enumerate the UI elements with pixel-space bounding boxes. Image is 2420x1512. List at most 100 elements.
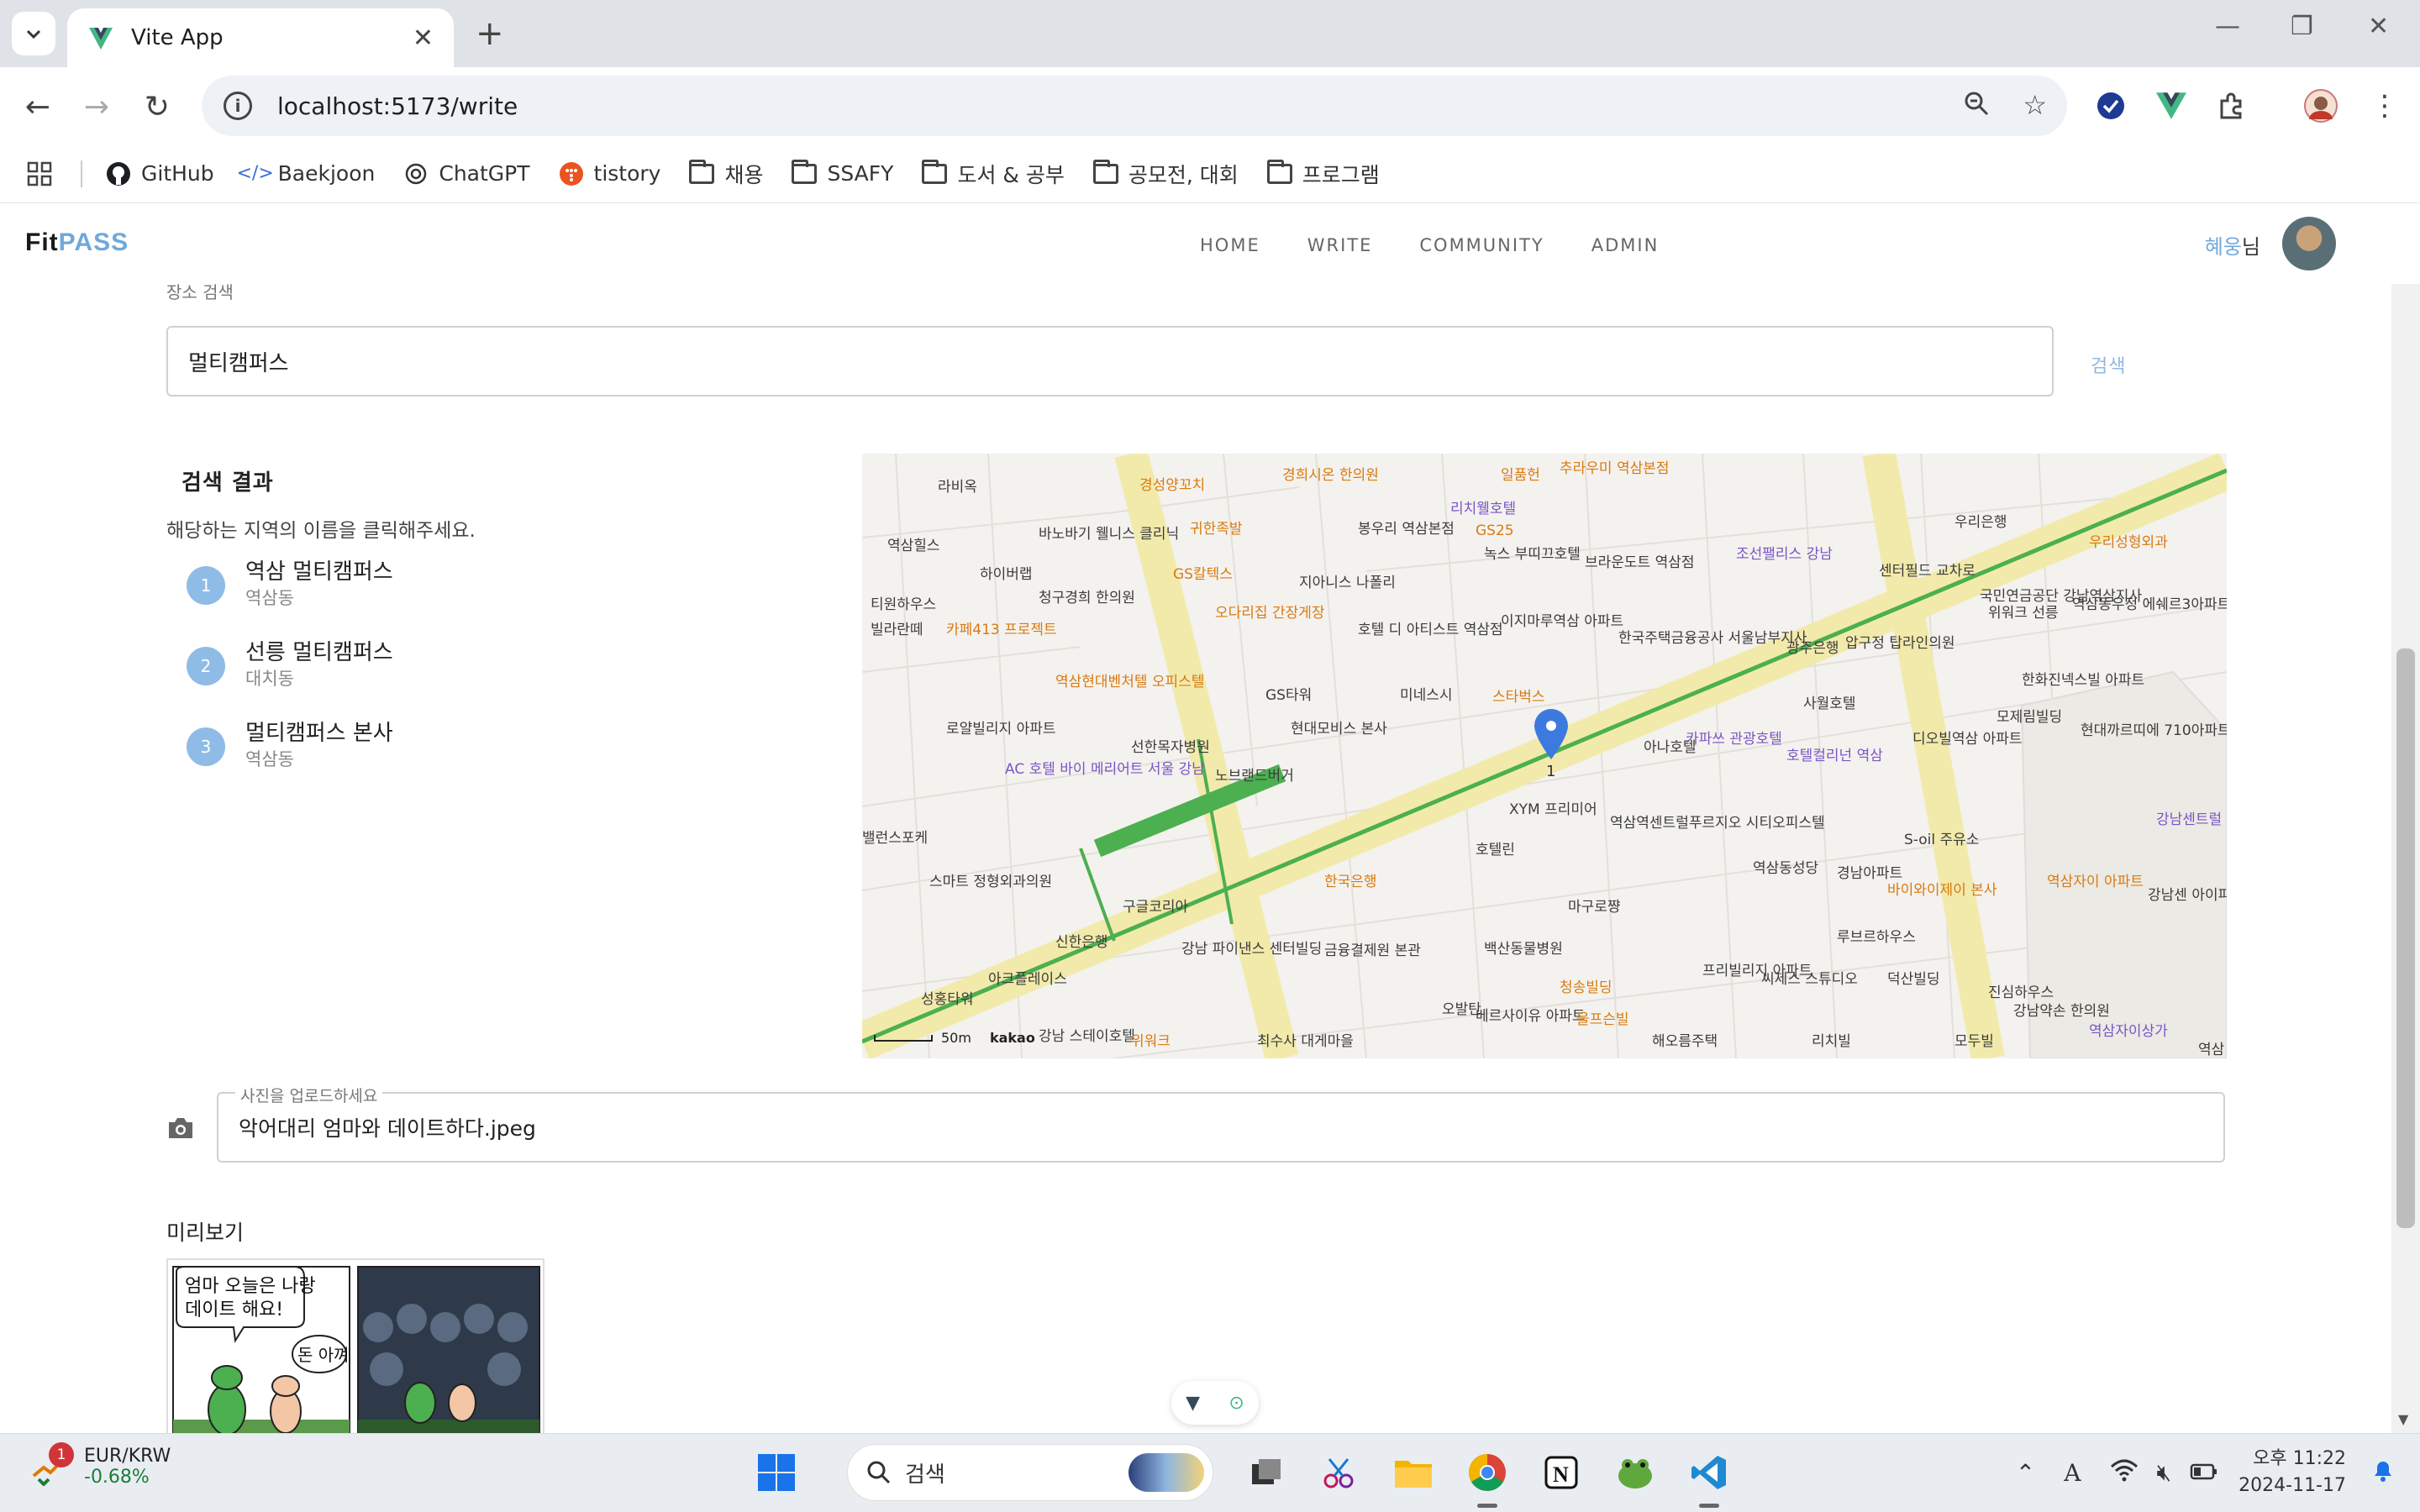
nav-admin[interactable]: ADMIN bbox=[1591, 235, 1660, 255]
bookmark-folder-contests[interactable]: 공모전, 대회 bbox=[1092, 159, 1239, 189]
snipping-tool-icon[interactable] bbox=[1316, 1449, 1363, 1496]
bookmark-github[interactable]: GitHub bbox=[106, 161, 214, 186]
map-poi-label[interactable]: 바이와이제이 본사 bbox=[1887, 882, 1997, 899]
map-poi-label[interactable]: 한국주택금융공사 서울남부지사 bbox=[1618, 630, 1807, 647]
map-poi-label[interactable]: 일품헌 bbox=[1501, 467, 1540, 484]
map-poi-label[interactable]: 현대모비스 본사 bbox=[1291, 721, 1387, 738]
bookmark-folder-jobs[interactable]: 채용 bbox=[689, 159, 763, 189]
bookmark-folder-books[interactable]: 도서 & 공부 bbox=[922, 159, 1065, 189]
user-greeting[interactable]: 혜웅님 bbox=[2205, 230, 2260, 260]
task-view-icon[interactable] bbox=[1242, 1449, 1289, 1496]
frog-app-icon[interactable] bbox=[1612, 1449, 1659, 1496]
map-poi-label[interactable]: 역삼자이 아파트 bbox=[2047, 874, 2144, 890]
camera-icon[interactable] bbox=[166, 1114, 195, 1142]
map-poi-label[interactable]: 역삼자이상가 bbox=[2089, 1023, 2168, 1040]
zoom-icon[interactable] bbox=[1962, 89, 1991, 124]
extensions-puzzle-icon[interactable] bbox=[2213, 87, 2250, 124]
minimize-icon[interactable]: — bbox=[2215, 12, 2240, 41]
wifi-icon[interactable] bbox=[2110, 1458, 2139, 1488]
map-poi-label[interactable]: 오다리집 간장게장 bbox=[1215, 605, 1325, 622]
result-item[interactable]: 2 선릉 멀티캠퍼스 대치동 bbox=[187, 635, 691, 694]
map-poi-label[interactable]: 신한은행 bbox=[1055, 934, 1108, 951]
map-poi-label[interactable]: 미네스시 bbox=[1400, 687, 1453, 704]
map-poi-label[interactable]: XYM 프리미어 bbox=[1509, 801, 1597, 818]
map-poi-label[interactable]: GS25 bbox=[1476, 522, 1514, 539]
map-poi-label[interactable]: 강남 스테이호텔 bbox=[1039, 1028, 1135, 1045]
bookmark-folder-programs[interactable]: 프로그램 bbox=[1266, 159, 1380, 189]
app-logo[interactable]: FitPASS bbox=[25, 228, 129, 257]
map-poi-label[interactable]: 현대까르띠에 710아파트 bbox=[2081, 722, 2227, 739]
nav-write[interactable]: WRITE bbox=[1307, 235, 1373, 255]
map-poi-label[interactable]: 호텔컬리넌 역삼 bbox=[1786, 748, 1883, 764]
map-poi-label[interactable]: 녹스 부띠끄호텔 bbox=[1484, 546, 1581, 563]
kakao-map[interactable]: 라비옥 경희시온 한의원 경성양꼬치 귀한족발 일품헌 추라우미 역삼본점 리치웰호텔 바노바… bbox=[862, 454, 2227, 1058]
map-poi-label[interactable]: 리치빌 bbox=[1812, 1033, 1851, 1050]
map-poi-label[interactable]: GS칼텍스 bbox=[1173, 566, 1233, 583]
photo-upload-input[interactable]: 악어대리 엄마와 데이트하다.jpeg bbox=[217, 1092, 2225, 1163]
map-poi-label[interactable]: 로얄빌리지 아파트 bbox=[946, 721, 1056, 738]
map-poi-label[interactable]: 하이버랩 bbox=[980, 566, 1033, 583]
map-poi-label[interactable]: 경성양꼬치 bbox=[1139, 477, 1205, 494]
map-poi-label[interactable]: 귀한족발 bbox=[1190, 521, 1243, 538]
map-poi-label[interactable]: 빌라란떼 bbox=[871, 622, 923, 638]
map-poi-label[interactable]: 아크플레이스 bbox=[988, 971, 1067, 988]
map-poi-label[interactable]: 호텔린 bbox=[1476, 842, 1515, 858]
map-poi-label[interactable]: 강남센트럴 어린이집 bbox=[2156, 811, 2227, 828]
map-poi-label[interactable]: 위워크 bbox=[1131, 1033, 1171, 1050]
map-poi-label[interactable]: 루브르하우스 bbox=[1837, 929, 1916, 946]
map-poi-label[interactable]: 강남 파이낸스 센터빌딩 bbox=[1181, 941, 1322, 958]
map-poi-label[interactable]: 리치웰호텔 bbox=[1450, 501, 1516, 517]
result-name[interactable]: 선릉 멀티캠퍼스 bbox=[245, 635, 393, 666]
map-poi-label[interactable]: 노브랜드버거 bbox=[1215, 768, 1294, 785]
notion-icon[interactable]: N bbox=[1538, 1449, 1585, 1496]
map-poi-label[interactable]: 울프슨빌 bbox=[1576, 1011, 1629, 1028]
map-poi-label[interactable]: 역삼동성당 bbox=[1753, 860, 1818, 877]
extension-check-icon[interactable] bbox=[2092, 87, 2129, 124]
map-poi-label[interactable]: 광주은행 bbox=[1786, 640, 1839, 657]
result-name[interactable]: 멀티캠퍼스 본사 bbox=[245, 716, 393, 747]
map-poi-label[interactable]: 마구로쨩 bbox=[1568, 899, 1621, 916]
map-poi-label[interactable]: 한화진넥스빌 아파트 bbox=[2022, 672, 2144, 689]
map-poi-label[interactable]: 밸런스포케 bbox=[862, 830, 928, 847]
map-poi-label[interactable]: 구글코리아 bbox=[1123, 899, 1188, 916]
map-poi-label[interactable]: 해오름주택 bbox=[1652, 1033, 1718, 1050]
windows-start-icon[interactable] bbox=[753, 1449, 800, 1496]
map-poi-label[interactable]: 덕산빌딩 bbox=[1887, 971, 1940, 988]
file-explorer-icon[interactable] bbox=[1390, 1449, 1437, 1496]
map-poi-label[interactable]: 씨제스 스튜디오 bbox=[1761, 971, 1858, 988]
location-marker-icon[interactable] bbox=[1531, 707, 1571, 761]
map-poi-label[interactable]: 사월호텔 bbox=[1803, 696, 1856, 712]
apps-grid-icon[interactable] bbox=[27, 161, 52, 186]
vscode-icon[interactable] bbox=[1686, 1449, 1733, 1508]
ime-icon[interactable]: A bbox=[2064, 1459, 2081, 1487]
chrome-icon[interactable] bbox=[1464, 1449, 1511, 1508]
map-poi-label[interactable]: 스타벅스 bbox=[1492, 689, 1545, 706]
map-poi-label[interactable]: 센터필드 교차로 bbox=[1879, 563, 1975, 580]
scroll-down-icon[interactable]: ▼ bbox=[2398, 1411, 2408, 1427]
back-icon[interactable]: ← bbox=[17, 86, 59, 128]
vue-devtools-toggle[interactable]: ▼ ⊙ bbox=[1171, 1381, 1259, 1425]
clock[interactable]: 오후 11:22 2024-11-17 bbox=[2238, 1446, 2346, 1499]
speaker-muted-icon[interactable]: 🔇︎ bbox=[2157, 1458, 2172, 1487]
map-poi-label[interactable]: 바노바기 웰니스 클리닉 bbox=[1039, 526, 1179, 543]
notification-bell-icon[interactable] bbox=[2371, 1457, 2395, 1488]
map-poi-label[interactable]: 백산동물병원 bbox=[1484, 941, 1563, 958]
map-poi-label[interactable]: 우리은행 bbox=[1954, 514, 2007, 531]
browser-tab[interactable]: Vite App ✕ bbox=[67, 8, 454, 67]
new-tab-button[interactable]: + bbox=[476, 15, 504, 52]
bookmark-star-icon[interactable]: ☆ bbox=[2023, 89, 2047, 124]
menu-kebab-icon[interactable]: ⋮ bbox=[2366, 87, 2403, 124]
map-poi-label[interactable]: GS타워 bbox=[1265, 687, 1312, 704]
weather-finance-widget[interactable]: 1 EUR/KRW -0.68% bbox=[30, 1442, 171, 1488]
scrollbar-thumb[interactable] bbox=[2396, 648, 2415, 1228]
map-poi-label[interactable]: 모두빌 bbox=[1954, 1033, 1994, 1050]
map-poi-label[interactable]: 역삼현대벤처텔 오피스텔 bbox=[1055, 674, 1204, 690]
map-poi-label[interactable]: 지아니스 나폴리 bbox=[1299, 575, 1396, 591]
result-name[interactable]: 역삼 멀티캠퍼스 bbox=[245, 554, 393, 585]
result-item[interactable]: 3 멀티캠퍼스 본사 역삼동 bbox=[187, 716, 691, 774]
profile-avatar-icon[interactable] bbox=[2302, 87, 2339, 124]
map-poi-label[interactable]: 이지마루역삼 아파트 bbox=[1501, 613, 1623, 630]
place-search-input[interactable]: 멀티캠퍼스 bbox=[166, 326, 2054, 396]
map-poi-label[interactable]: 라비옥 bbox=[938, 479, 977, 496]
address-bar[interactable]: i localhost:5173/write ☆ bbox=[202, 76, 2067, 136]
